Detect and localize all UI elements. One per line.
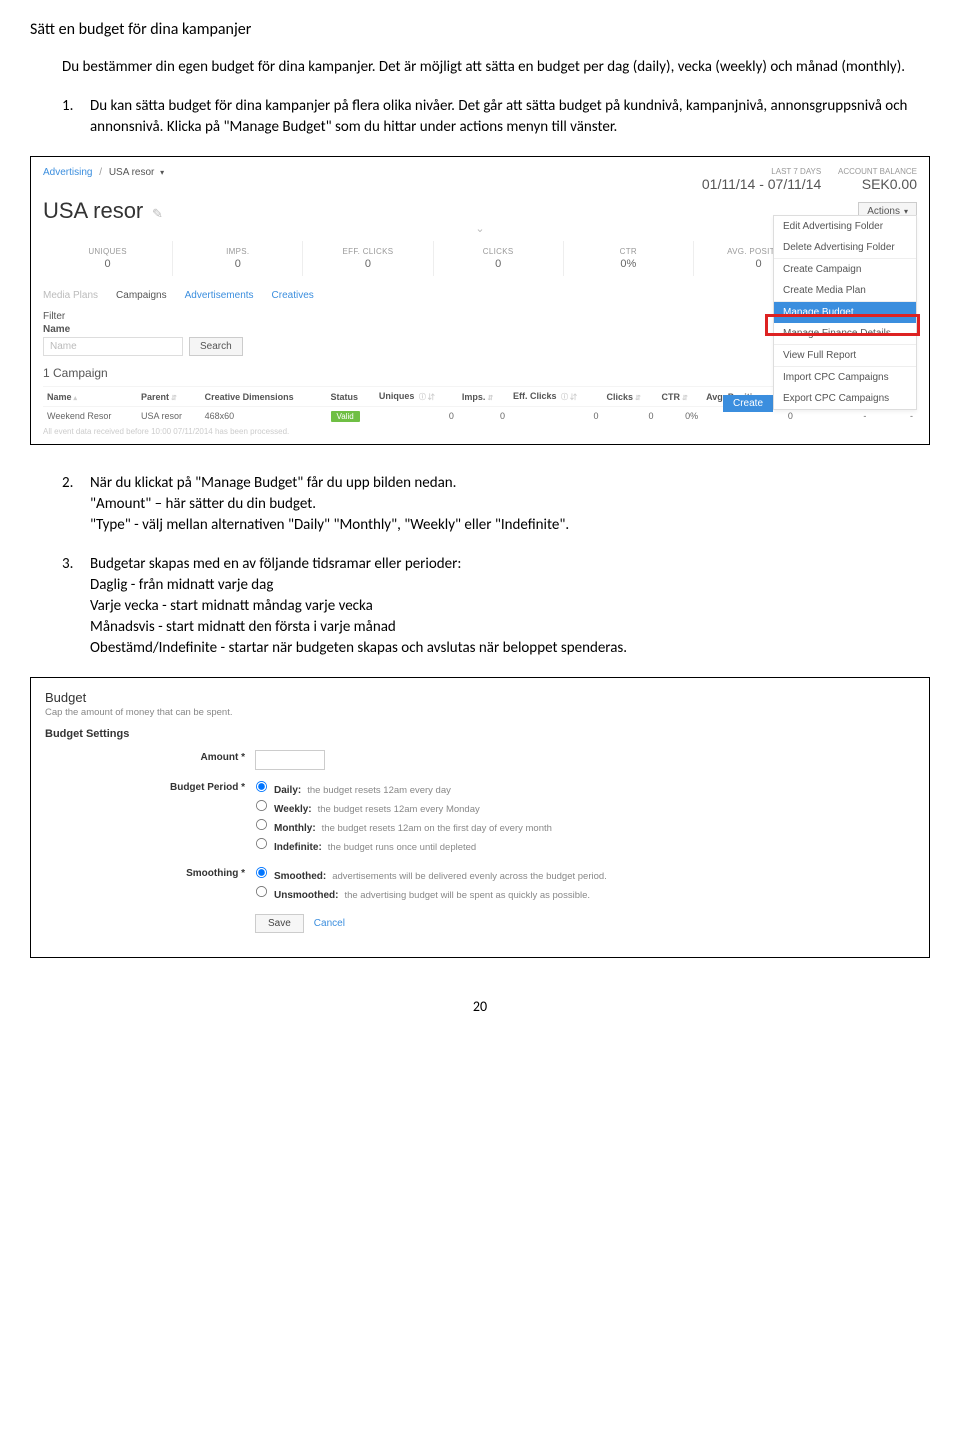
screenshot-advertising-folder: Advertising / USA resor ▾ LAST 7 DAYS 01…: [30, 156, 930, 445]
radio-indefinite-desc: the budget runs once until depleted: [328, 842, 476, 853]
budget-heading: Budget: [45, 690, 915, 705]
th-eff-clicks[interactable]: Eff. Clicks ⓘ ⇵: [509, 387, 602, 407]
smoothing-label: Smoothing *: [45, 866, 255, 879]
menu-export-cpc[interactable]: Export CPC Campaigns: [774, 388, 916, 409]
stat-eff-clicks: EFF. CLICKS0: [303, 241, 433, 276]
cell-cd: 468x60: [201, 407, 327, 426]
budget-settings-heading: Budget Settings: [45, 728, 915, 740]
step-2: 2. När du klickat på "Manage Budget" får…: [62, 473, 930, 536]
radio-monthly[interactable]: [256, 819, 267, 830]
tab-media-plans[interactable]: Media Plans: [43, 286, 98, 305]
step-3-line-b: Daglig - från midnatt varje dag: [90, 575, 930, 596]
th-name[interactable]: Name▴: [43, 387, 137, 407]
cell-status: Valid: [327, 407, 375, 426]
edit-icon[interactable]: ✎: [152, 206, 163, 221]
radio-unsmoothed-desc: the advertising budget will be spent as …: [344, 890, 590, 901]
doc-intro: Du bestämmer din egen budget för dina ka…: [62, 57, 930, 78]
cell-uniques: 0: [375, 407, 458, 426]
menu-edit-folder[interactable]: Edit Advertising Folder: [774, 216, 916, 237]
cancel-link[interactable]: Cancel: [314, 918, 345, 929]
radio-indefinite-label: Indefinite:: [274, 842, 322, 853]
step-3-num: 3.: [62, 554, 90, 659]
stat-ctr: CTR0%: [564, 241, 694, 276]
menu-create-media-plan[interactable]: Create Media Plan: [774, 280, 916, 301]
tab-advertisements[interactable]: Advertisements: [185, 286, 254, 305]
radio-smoothed[interactable]: [256, 867, 267, 878]
step-2-line-a: När du klickat på "Manage Budget" får du…: [90, 473, 930, 494]
radio-smoothed-label: Smoothed:: [274, 871, 326, 882]
date-range: 01/11/14 - 07/11/14: [702, 176, 821, 192]
step-3-line-d: Månadsvis - start midnatt den första i v…: [90, 617, 930, 638]
table-footer-note: All event data received before 10:00 07/…: [43, 427, 917, 436]
stat-uniques: UNIQUES0: [43, 241, 173, 276]
stat-imps: IMPS.0: [173, 241, 303, 276]
step-2-line-c: "Type" - välj mellan alternativen "Daily…: [90, 515, 930, 536]
step-3-line-a: Budgetar skapas med en av följande tidsr…: [90, 554, 930, 575]
stat-clicks: CLICKS0: [434, 241, 564, 276]
amount-input[interactable]: [255, 750, 325, 770]
step-3-line-e: Obestämd/Indefinite - startar när budget…: [90, 638, 930, 659]
radio-daily-label: Daily:: [274, 785, 301, 796]
balance-value: SEK0.00: [838, 176, 917, 192]
th-creative-dimensions: Creative Dimensions: [201, 387, 327, 407]
budget-period-label: Budget Period *: [45, 780, 255, 793]
step-2-num: 2.: [62, 473, 90, 536]
cell-parent[interactable]: USA resor: [137, 407, 201, 426]
date-range-label: LAST 7 DAYS: [702, 167, 821, 176]
step-1: 1. Du kan sätta budget för dina kampanje…: [62, 96, 930, 138]
radio-unsmoothed[interactable]: [256, 886, 267, 897]
create-button[interactable]: Create: [723, 395, 773, 412]
radio-weekly[interactable]: [256, 800, 267, 811]
page-number: 20: [30, 998, 930, 1015]
radio-daily-desc: the budget resets 12am every day: [307, 785, 451, 796]
menu-manage-finance[interactable]: Manage Finance Details: [774, 323, 916, 344]
cell-imps: 0: [458, 407, 509, 426]
amount-label: Amount *: [45, 750, 255, 763]
cell-clicks: 0: [602, 407, 657, 426]
step-1-text: Du kan sätta budget för dina kampanjer p…: [90, 96, 930, 138]
th-clicks[interactable]: Clicks⇵: [602, 387, 657, 407]
th-ctr[interactable]: CTR⇵: [658, 387, 703, 407]
step-3-line-c: Varje vecka - start midnatt måndag varje…: [90, 596, 930, 617]
menu-import-cpc[interactable]: Import CPC Campaigns: [774, 367, 916, 388]
menu-manage-budget[interactable]: Manage Budget: [774, 302, 916, 323]
name-input[interactable]: Name: [43, 337, 183, 356]
radio-monthly-desc: the budget resets 12am on the first day …: [322, 823, 552, 834]
th-status: Status: [327, 387, 375, 407]
breadcrumb-root[interactable]: Advertising: [43, 167, 92, 178]
radio-weekly-desc: the budget resets 12am every Monday: [318, 804, 480, 815]
th-parent[interactable]: Parent⇵: [137, 387, 201, 407]
radio-smoothed-desc: advertisements will be delivered evenly …: [332, 871, 607, 882]
step-1-num: 1.: [62, 96, 90, 138]
menu-create-campaign[interactable]: Create Campaign: [774, 259, 916, 280]
radio-unsmoothed-label: Unsmoothed:: [274, 890, 338, 901]
tab-creatives[interactable]: Creatives: [272, 286, 314, 305]
caret-down-icon[interactable]: ▾: [160, 168, 164, 177]
budget-subtitle: Cap the amount of money that can be spen…: [45, 707, 915, 718]
menu-delete-folder[interactable]: Delete Advertising Folder: [774, 237, 916, 258]
page-title: USA resor: [43, 198, 143, 223]
search-button[interactable]: Search: [189, 337, 243, 356]
radio-indefinite[interactable]: [256, 838, 267, 849]
th-uniques[interactable]: Uniques ⓘ ⇵: [375, 387, 458, 407]
radio-monthly-label: Monthly:: [274, 823, 316, 834]
radio-daily[interactable]: [256, 781, 267, 792]
breadcrumb-current: USA resor: [109, 167, 155, 178]
breadcrumb-sep: /: [99, 167, 102, 178]
step-2-line-b: "Amount" – här sätter du din budget.: [90, 494, 930, 515]
th-imps[interactable]: Imps.⇵: [458, 387, 509, 407]
cell-ctr: 0%: [658, 407, 703, 426]
cell-effclicks: 0: [509, 407, 602, 426]
cell-name[interactable]: Weekend Resor: [43, 407, 137, 426]
tab-campaigns[interactable]: Campaigns: [116, 286, 167, 305]
doc-title: Sätt en budget för dina kampanjer: [30, 20, 930, 39]
breadcrumb: Advertising / USA resor ▾: [43, 167, 164, 178]
save-button[interactable]: Save: [255, 914, 304, 933]
actions-menu: Edit Advertising Folder Delete Advertisi…: [773, 215, 917, 410]
balance-label: ACCOUNT BALANCE: [838, 167, 917, 176]
screenshot-budget-form: Budget Cap the amount of money that can …: [30, 677, 930, 958]
menu-view-full-report[interactable]: View Full Report: [774, 345, 916, 366]
radio-weekly-label: Weekly:: [274, 804, 312, 815]
step-3: 3. Budgetar skapas med en av följande ti…: [62, 554, 930, 659]
